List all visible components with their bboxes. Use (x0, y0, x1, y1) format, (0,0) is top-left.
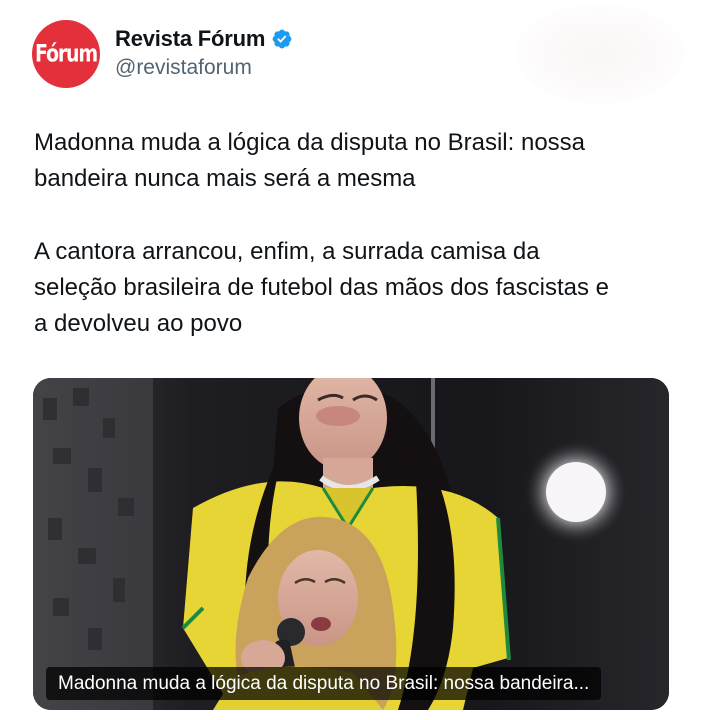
tweet-text-paragraph-2: A cantora arrancou, enfim, a surrada cam… (34, 238, 609, 337)
media-image (33, 378, 669, 710)
display-name[interactable]: Revista Fórum (115, 26, 265, 52)
avatar[interactable]: Fórum (32, 20, 100, 88)
tweet: Fórum Revista Fórum @revistaforum Madonn… (0, 0, 701, 720)
blurred-region (515, 4, 685, 104)
media-video-card[interactable] (33, 378, 669, 710)
media-caption: Madonna muda a lógica da disputa no Bras… (46, 667, 602, 700)
verified-badge-icon (271, 28, 293, 50)
handle[interactable]: @revistaforum (115, 56, 252, 80)
avatar-logo-text: Fórum (35, 40, 98, 68)
tweet-text-paragraph-1: Madonna muda a lógica da disputa no Bras… (34, 129, 586, 192)
name-row: Revista Fórum (115, 26, 293, 52)
